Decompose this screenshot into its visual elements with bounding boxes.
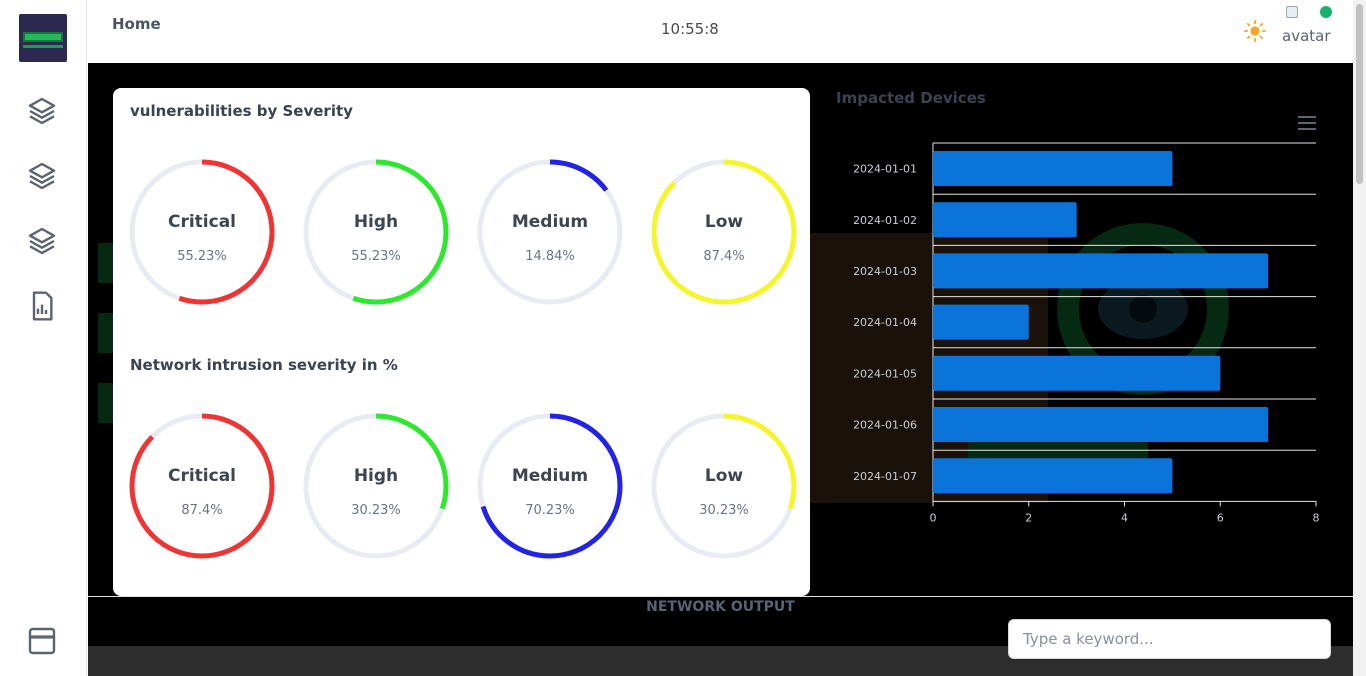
bar-2024-01-04[interactable] [933,304,1029,340]
online-status-dot [1320,6,1332,18]
gauge-percent: 30.23% [351,503,401,518]
vulnerabilities-title: vulnerabilities by Severity [130,102,353,120]
gauge-ring [477,413,623,559]
gauge-label: High [353,466,399,486]
bar-2024-01-05[interactable] [933,355,1221,391]
clock: 10:55:8 [661,20,719,38]
gauge-medium: Medium 70.23% [475,411,625,561]
scrollbar[interactable] [1353,0,1366,676]
x-tick-label: 6 [1217,511,1224,524]
report-icon[interactable] [26,290,58,322]
bar-2024-01-03[interactable] [933,253,1269,289]
category-label: 2024-01-04 [853,316,917,329]
category-label: 2024-01-02 [853,214,917,227]
gauge-percent: 30.23% [699,503,749,518]
layers-icon[interactable] [26,95,58,127]
main-content: vulnerabilities by Severity Critical 55.2… [88,63,1353,676]
sun-icon[interactable] [1244,20,1266,42]
gauge-label: High [353,212,399,232]
gauge-critical: Critical 87.4% [127,411,277,561]
avatar-alt-text: avatar [1282,27,1331,45]
gauge-high: High 55.23% [301,157,451,307]
gauge-label: Critical [167,212,237,232]
gauge-ring [303,413,449,559]
severity-card: vulnerabilities by Severity Critical 55.2… [113,88,810,596]
x-tick-label: 4 [1121,511,1128,524]
gauge-ring [129,159,275,305]
x-tick-label: 0 [930,511,937,524]
gauge-low: Low 30.23% [649,411,799,561]
layers-icon[interactable] [26,160,58,192]
bar-2024-01-06[interactable] [933,407,1269,442]
x-tick-label: 8 [1313,511,1320,524]
network-output-title: NETWORK OUTPUT [646,599,795,615]
gauge-label: Low [704,466,744,486]
gauge-arc [651,159,797,305]
search-input[interactable] [1008,619,1331,659]
chart-menu-icon[interactable] [1298,116,1316,130]
sidebar [0,0,87,676]
x-tick-label: 2 [1025,511,1032,524]
category-label: 2024-01-01 [853,163,917,176]
gauge-ring [129,413,275,559]
bar-2024-01-02[interactable] [933,202,1077,238]
gauge-high: High 30.23% [301,411,451,561]
gauge-critical: Critical 55.23% [127,157,277,307]
gauge-ring [651,159,797,305]
gauge-label: Low [704,212,744,232]
gauge-percent: 55.23% [351,249,401,264]
gauge-percent: 14.84% [525,249,575,264]
gauge-percent: 87.4% [703,249,745,264]
gauge-medium: Medium 14.84% [475,157,625,307]
gauge-ring [651,413,797,559]
impacted-devices-chart: 2024-01-01 2024-01-02 2024-01-03 2024-01-04… [853,142,1320,524]
gauge-label: Critical [167,466,237,486]
gauge-percent: 55.23% [177,249,227,264]
scrollbar-thumb[interactable] [1356,4,1363,184]
broken-image-icon [1286,6,1298,18]
gauge-arc [129,413,275,559]
gauge-label: Medium [511,466,589,486]
page-title: Home [112,15,161,33]
bar-2024-01-01[interactable] [933,151,1173,186]
chart-title: Impacted Devices [836,89,986,107]
intrusion-title: Network intrusion severity in % [130,356,398,374]
gauge-percent: 87.4% [181,503,223,518]
app-logo[interactable] [19,14,67,62]
category-label: 2024-01-07 [853,470,917,483]
category-label: 2024-01-03 [853,265,917,278]
gauge-label: Medium [511,212,589,232]
top-header: Home 10:55:8 avatar [88,0,1353,63]
gauge-ring [303,159,449,305]
window-icon[interactable] [26,625,58,657]
gauge-low: Low 87.4% [649,157,799,307]
category-label: 2024-01-06 [853,419,917,432]
gauge-percent: 70.23% [525,503,575,518]
category-label: 2024-01-05 [853,367,917,380]
bar-2024-01-07[interactable] [933,458,1173,494]
layers-icon[interactable] [26,225,58,257]
gauge-ring [477,159,623,305]
